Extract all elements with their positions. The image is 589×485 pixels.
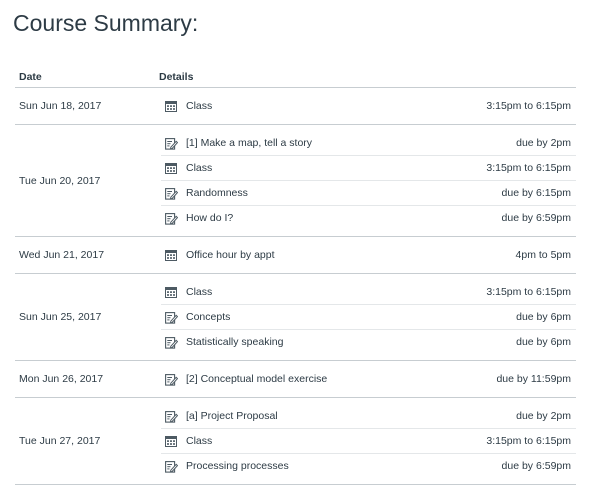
details-column-header: Details — [159, 71, 194, 83]
day-row: Tue Jun 27, 2017 [a] Project Proposal due … — [15, 398, 576, 485]
day-date: Sun Jun 25, 2017 — [19, 311, 102, 323]
calendar-icon — [164, 434, 178, 448]
day-row: Mon Jun 26, 2017 [2] Conceptual model exe… — [15, 361, 576, 398]
day-items: [1] Make a map, tell a story due by 2pm Cl… — [161, 131, 576, 230]
summary-item[interactable]: [2] Conceptual model exercise due by 11:5… — [161, 367, 576, 391]
day-items: Class 3:15pm to 6:15pm Concepts due by 6pm S… — [161, 280, 576, 354]
day-items: [2] Conceptual model exercise due by 11:5… — [161, 367, 576, 391]
item-name[interactable]: Class — [186, 162, 212, 174]
item-time: 3:15pm to 6:15pm — [486, 100, 571, 112]
item-name[interactable]: Office hour by appt — [186, 249, 275, 261]
summary-item[interactable]: Office hour by appt 4pm to 5pm — [161, 243, 576, 267]
table-header: Date Details — [15, 71, 576, 88]
item-name[interactable]: Processing processes — [186, 460, 289, 472]
day-date: Tue Jun 27, 2017 — [19, 435, 101, 447]
summary-item[interactable]: Class 3:15pm to 6:15pm — [161, 155, 576, 180]
page-title: Course Summary: — [13, 10, 199, 36]
item-name[interactable]: Concepts — [186, 311, 230, 323]
assignment-icon — [164, 136, 178, 150]
assignment-icon — [164, 310, 178, 324]
day-items: Office hour by appt 4pm to 5pm — [161, 243, 576, 267]
day-date: Tue Jun 20, 2017 — [19, 174, 101, 187]
item-name[interactable]: [1] Make a map, tell a story — [186, 137, 312, 149]
item-time: due by 6pm — [516, 311, 571, 323]
assignment-icon — [164, 459, 178, 473]
day-date: Wed Jun 21, 2017 — [19, 249, 105, 261]
summary-item[interactable]: Class 3:15pm to 6:15pm — [161, 280, 576, 304]
day-row: Sun Jun 18, 2017 Class 3:15pm to 6:15pm — [15, 88, 576, 125]
summary-item[interactable]: Statistically speaking due by 6pm — [161, 329, 576, 354]
item-name[interactable]: How do I? — [186, 212, 233, 224]
assignment-icon — [164, 335, 178, 349]
date-column-header: Date — [19, 71, 42, 83]
assignment-icon — [164, 372, 178, 386]
item-time: due by 2pm — [516, 410, 571, 422]
day-row: Sun Jun 25, 2017 Class 3:15pm to 6:15pm Con… — [15, 274, 576, 361]
item-time: 4pm to 5pm — [515, 249, 571, 261]
summary-item[interactable]: Randomness due by 6:15pm — [161, 180, 576, 205]
day-row: Tue Jun 20, 2017 [1] Make a map, tell a s… — [15, 125, 576, 237]
day-date: Mon Jun 26, 2017 — [19, 373, 104, 385]
calendar-icon — [164, 285, 178, 299]
calendar-icon — [164, 248, 178, 262]
item-time: 3:15pm to 6:15pm — [486, 286, 571, 298]
assignment-icon — [164, 186, 178, 200]
item-name[interactable]: Statistically speaking — [186, 336, 283, 348]
item-name[interactable]: [a] Project Proposal — [186, 410, 278, 422]
day-items: Class 3:15pm to 6:15pm — [161, 94, 576, 118]
summary-item[interactable]: Class 3:15pm to 6:15pm — [161, 94, 576, 118]
item-name[interactable]: Class — [186, 100, 212, 112]
item-time: 3:15pm to 6:15pm — [486, 162, 571, 174]
assignment-icon — [164, 409, 178, 423]
summary-item[interactable]: Concepts due by 6pm — [161, 304, 576, 329]
calendar-icon — [164, 99, 178, 113]
day-row: Wed Jun 21, 2017 Office hour by appt 4pm t… — [15, 237, 576, 274]
item-time: due by 6:15pm — [501, 187, 571, 199]
summary-item[interactable]: Processing processes due by 6:59pm — [161, 453, 576, 478]
summary-item[interactable]: [1] Make a map, tell a story due by 2pm — [161, 131, 576, 155]
item-name[interactable]: Class — [186, 286, 212, 298]
assignment-icon — [164, 211, 178, 225]
item-time: due by 6pm — [516, 336, 571, 348]
item-time: due by 6:59pm — [501, 460, 571, 472]
item-time: due by 2pm — [516, 137, 571, 149]
item-name[interactable]: Randomness — [186, 187, 248, 199]
item-name[interactable]: Class — [186, 435, 212, 447]
summary-item[interactable]: How do I? due by 6:59pm — [161, 205, 576, 230]
calendar-icon — [164, 161, 178, 175]
day-date: Sun Jun 18, 2017 — [19, 100, 102, 112]
item-time: 3:15pm to 6:15pm — [486, 435, 571, 447]
item-time: due by 11:59pm — [496, 373, 571, 385]
day-items: [a] Project Proposal due by 2pm Class 3:15p… — [161, 404, 576, 478]
item-time: due by 6:59pm — [501, 212, 571, 224]
item-name[interactable]: [2] Conceptual model exercise — [186, 373, 327, 385]
summary-item[interactable]: Class 3:15pm to 6:15pm — [161, 428, 576, 453]
summary-table-body: Sun Jun 18, 2017 Class 3:15pm to 6:15pm Tue… — [15, 88, 576, 485]
summary-item[interactable]: [a] Project Proposal due by 2pm — [161, 404, 576, 428]
